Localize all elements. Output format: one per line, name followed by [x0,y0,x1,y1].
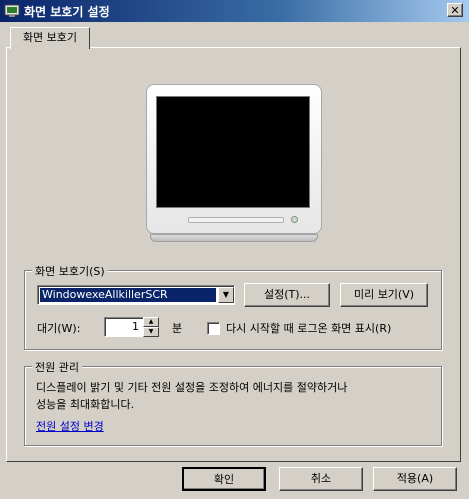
window-title: 화면 보호기 설정 [24,5,110,19]
close-icon: ✕ [450,4,460,17]
cancel-button[interactable]: 취소 [279,467,363,491]
resume-logon-label[interactable]: 다시 시작할 때 로그온 화면 표시(R) [226,320,391,336]
chevron-down-icon[interactable]: ▼ [218,287,234,303]
power-description-line2: 성능을 최대화합니다. [36,398,135,411]
screensaver-app-icon [4,3,20,19]
monitor-screen [156,96,310,208]
power-description-line1: 디스플레이 밝기 및 기타 전원 설정을 조정하여 에너지를 절약하거나 [36,381,348,394]
close-button[interactable]: ✕ [447,3,463,17]
screensaver-select-value: WindowexeAllkillerSCR [40,288,216,302]
wait-unit: 분 [172,322,183,335]
screensaver-group-label: 화면 보호기(S) [32,263,108,279]
tab-screensaver[interactable]: 화면 보호기 [10,27,90,49]
preview-button[interactable]: 미리 보기(V) [340,283,428,307]
monitor-slot [188,217,284,223]
monitor-power-led-icon [291,216,298,223]
ok-button[interactable]: 확인 [182,467,266,491]
screensaver-select[interactable]: WindowexeAllkillerSCR ▼ [37,285,235,305]
settings-button[interactable]: 설정(T)... [244,283,330,307]
resume-logon-checkbox[interactable] [207,322,220,335]
spin-up-icon[interactable]: ▲ [143,317,159,327]
spin-down-icon[interactable]: ▼ [143,327,159,337]
screensaver-group [24,270,442,350]
power-group-label: 전원 관리 [32,359,82,375]
monitor-base [150,234,318,242]
apply-button[interactable]: 적용(A) [373,467,457,491]
wait-spinner[interactable]: ▲ ▼ [143,317,159,337]
wait-label: 대기(W): [37,322,81,335]
wait-minutes-input[interactable]: 1 [104,317,144,337]
power-settings-link[interactable]: 전원 설정 변경 [36,418,104,434]
